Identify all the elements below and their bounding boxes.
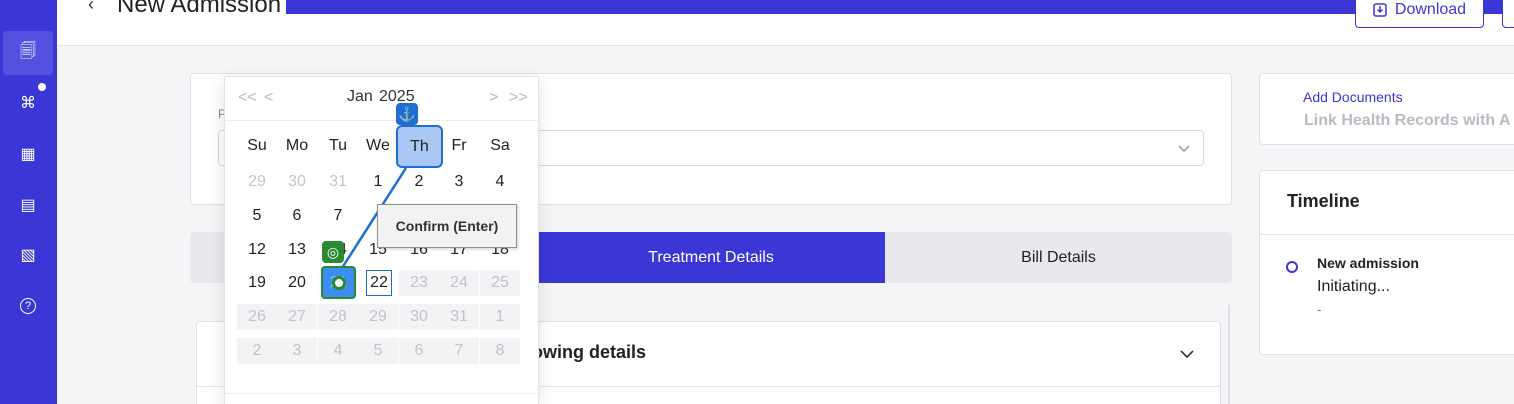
timeline-title: Timeline xyxy=(1287,191,1360,211)
calendar-day[interactable]: 30 xyxy=(277,169,317,195)
documents-nav-icon[interactable]: 🗐 xyxy=(3,31,53,75)
grid-add-nav-icon[interactable]: ▦ xyxy=(3,132,53,176)
calendar-day: 24 xyxy=(439,270,479,296)
calendar-day: 23 xyxy=(399,270,439,296)
target-icon: ◎ xyxy=(322,241,344,263)
weekday-label: Fr xyxy=(451,137,467,154)
weekday-label: Su xyxy=(247,137,267,154)
calendar-day[interactable]: 1 xyxy=(358,169,398,195)
more-button[interactable] xyxy=(1502,0,1514,28)
calendar-day[interactable]: 5 xyxy=(237,203,277,229)
timeline-entry-title: New admission xyxy=(1317,255,1419,271)
calendar-day[interactable]: 29 xyxy=(237,169,277,195)
weekday-label: Mo xyxy=(285,137,309,154)
link-health-records-label[interactable]: Link Health Records with A xyxy=(1304,112,1511,130)
documents-card xyxy=(1259,73,1514,145)
calendar-day[interactable]: 22 xyxy=(366,270,392,296)
calendar-day: 26 xyxy=(237,304,277,330)
calendar-day[interactable]: 13 xyxy=(277,237,317,263)
timeline-divider xyxy=(1260,234,1514,235)
calendar-day[interactable]: 7 xyxy=(318,203,358,229)
confirm-tooltip: Confirm (Enter) xyxy=(377,204,517,248)
sidebar: 🗐 ⌘ ▦ ▤ ▧ ? xyxy=(0,0,57,404)
calendar-day: 8 xyxy=(480,338,520,364)
calendar-day: 3 xyxy=(277,338,317,364)
calendar-day[interactable]: 31 xyxy=(318,169,358,195)
calendar-day: 7 xyxy=(439,338,479,364)
top-accent-strip xyxy=(286,0,1514,14)
calendar-day[interactable]: 12 xyxy=(237,237,277,263)
calendar-day: 29 xyxy=(358,304,398,330)
anchor-icon: ⚓ xyxy=(396,103,418,125)
calendar-day: 27 xyxy=(277,304,317,330)
chevron-down-icon[interactable] xyxy=(1179,346,1195,362)
chevron-down-icon xyxy=(1178,145,1190,153)
notification-dot xyxy=(36,81,48,93)
add-documents-link[interactable]: Add Documents xyxy=(1303,89,1403,105)
calendar-day[interactable]: 2 xyxy=(399,169,439,195)
building-nav-icon[interactable]: ▤ xyxy=(3,183,53,227)
prev-month-button[interactable]: < xyxy=(264,89,273,107)
help-nav-icon[interactable]: ? xyxy=(3,284,53,328)
target-dot-icon xyxy=(331,275,346,290)
target-day-cell[interactable]: 21 xyxy=(321,266,356,299)
calendar-day: 5 xyxy=(358,338,398,364)
calendar-day[interactable]: 19 xyxy=(237,270,277,296)
calendar-day[interactable]: 20 xyxy=(277,270,317,296)
back-icon[interactable]: ‹ xyxy=(88,0,94,15)
calendar-day[interactable]: 6 xyxy=(277,203,317,229)
scrollbar-track[interactable] xyxy=(1228,305,1230,404)
weekday-label: Tu xyxy=(328,137,348,154)
calendar-day[interactable]: 3 xyxy=(439,169,479,195)
timeline-entry-sub: - xyxy=(1317,302,1322,317)
page-title: New Admission xyxy=(117,0,282,18)
next-month-button[interactable]: > xyxy=(489,89,498,107)
calendar-day: 25 xyxy=(480,270,520,296)
calendar-month[interactable]: Jan xyxy=(347,88,373,106)
calendar-day: 4 xyxy=(318,338,358,364)
calendar-day[interactable]: 4 xyxy=(480,169,520,195)
weekday-label: We xyxy=(366,137,390,154)
follow-details-heading[interactable]: owing details xyxy=(532,342,646,363)
timeline-dot-icon xyxy=(1286,261,1298,273)
download-label: Download xyxy=(1394,1,1467,18)
calendar-day: 28 xyxy=(318,304,358,330)
calendar-day: 31 xyxy=(439,304,479,330)
weekday-label: Sa xyxy=(490,137,510,154)
calendar-day: 6 xyxy=(399,338,439,364)
calendar-day: 1 xyxy=(480,304,520,330)
tab-treatment-details[interactable]: Treatment Details xyxy=(537,232,885,283)
download-icon xyxy=(1373,3,1387,17)
timeline-entry-status: Initiating... xyxy=(1317,278,1390,295)
tab-bill-details[interactable]: Bill Details xyxy=(885,232,1232,283)
prev-year-button[interactable]: << xyxy=(238,89,257,107)
date-picker-footer-divider xyxy=(224,393,539,394)
calendar-day: 2 xyxy=(237,338,277,364)
calendar-day: 30 xyxy=(399,304,439,330)
highlighted-weekday[interactable]: Th xyxy=(396,125,443,168)
hierarchy-nav-icon[interactable]: ▧ xyxy=(3,233,53,277)
download-button[interactable]: Download xyxy=(1355,0,1484,28)
next-year-button[interactable]: >> xyxy=(509,89,528,107)
